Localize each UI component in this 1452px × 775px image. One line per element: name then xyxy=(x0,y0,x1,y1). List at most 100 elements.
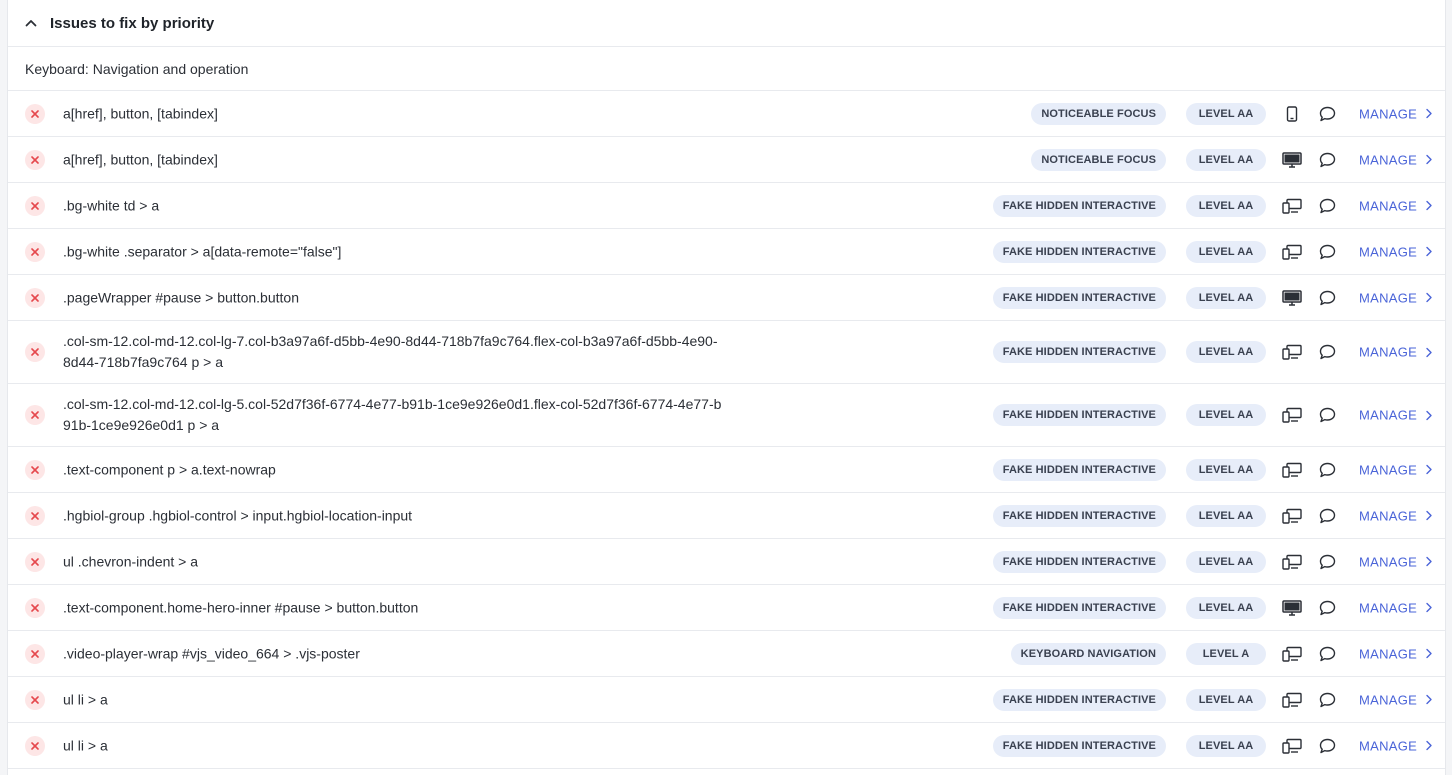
error-icon xyxy=(25,342,45,362)
category-heading: Keyboard: Navigation and operation xyxy=(8,47,1445,91)
error-icon xyxy=(25,689,45,710)
comment-icon[interactable] xyxy=(1317,553,1337,571)
comment-icon[interactable] xyxy=(1317,197,1337,215)
manage-link[interactable]: MANAGE xyxy=(1359,646,1432,661)
chevron-right-icon xyxy=(1426,464,1432,475)
issue-row[interactable]: .bg-white td > a FAKE HIDDEN INTERACTIVE L… xyxy=(8,183,1445,229)
issue-type-badge: NOTICEABLE FOCUS xyxy=(1031,102,1166,125)
manage-link[interactable]: MANAGE xyxy=(1359,462,1432,477)
issue-type-badge: FAKE HIDDEN INTERACTIVE xyxy=(992,341,1166,363)
section-header[interactable]: Issues to fix by priority xyxy=(8,0,1445,47)
wcag-level-badge: LEVEL AA xyxy=(1186,404,1266,426)
manage-link[interactable]: MANAGE xyxy=(1359,692,1432,707)
issue-row[interactable]: .text-component p > a.text-nowrap FAKE HI… xyxy=(8,447,1445,493)
chevron-right-icon xyxy=(1426,154,1432,165)
manage-label: MANAGE xyxy=(1359,290,1418,305)
manage-link[interactable]: MANAGE xyxy=(1359,290,1432,305)
manage-label: MANAGE xyxy=(1359,554,1418,569)
chevron-right-icon xyxy=(1426,108,1432,119)
comment-icon[interactable] xyxy=(1317,243,1337,261)
section-title: Issues to fix by priority xyxy=(50,14,215,32)
wcag-level-badge: LEVEL AA xyxy=(1186,341,1266,363)
comment-icon[interactable] xyxy=(1317,461,1337,479)
comment-icon[interactable] xyxy=(1317,289,1337,307)
comment-icon[interactable] xyxy=(1317,343,1337,361)
manage-label: MANAGE xyxy=(1359,462,1418,477)
issue-row[interactable]: ul li > a FAKE HIDDEN INTERACTIVE LEVEL AA… xyxy=(8,723,1445,769)
issue-row[interactable]: .pageWrapper #pause > button.button FAKE … xyxy=(8,275,1445,321)
chevron-right-icon xyxy=(1426,556,1432,567)
issue-type-badge: FAKE HIDDEN INTERACTIVE xyxy=(992,286,1166,309)
error-icon xyxy=(25,149,45,170)
multi-device-icon xyxy=(1281,406,1303,424)
comment-icon[interactable] xyxy=(1317,406,1337,424)
chevron-right-icon xyxy=(1426,292,1432,303)
multi-device-icon xyxy=(1281,343,1303,361)
wcag-level-badge: LEVEL AA xyxy=(1186,102,1266,125)
issue-row[interactable]: .hgbiol-group .hgbiol-control > input.hg… xyxy=(8,493,1445,539)
mobile-icon xyxy=(1281,105,1303,123)
multi-device-icon xyxy=(1281,197,1303,215)
issue-type-badge: KEYBOARD NAVIGATION xyxy=(1010,642,1166,665)
manage-link[interactable]: MANAGE xyxy=(1359,408,1432,423)
issue-row[interactable]: a[href], button, [tabindex] NOTICEABLE FO… xyxy=(8,137,1445,183)
issue-selector: ul li > a xyxy=(63,691,108,707)
manage-link[interactable]: MANAGE xyxy=(1359,198,1432,213)
issue-row[interactable]: .col-sm-12.col-md-12.col-lg-7.col-b3a97a… xyxy=(8,321,1445,384)
wcag-level-badge: LEVEL AA xyxy=(1186,194,1266,217)
manage-link[interactable]: MANAGE xyxy=(1359,508,1432,523)
wcag-level-badge: LEVEL AA xyxy=(1186,596,1266,619)
error-icon xyxy=(25,643,45,664)
manage-link[interactable]: MANAGE xyxy=(1359,554,1432,569)
error-icon xyxy=(25,505,45,526)
issue-row[interactable]: a[href], button, [tabindex] NOTICEABLE FO… xyxy=(8,91,1445,137)
multi-device-icon xyxy=(1281,461,1303,479)
chevron-right-icon xyxy=(1426,347,1432,357)
issue-row[interactable]: ul .chevron-indent > a FAKE HIDDEN INTERA… xyxy=(8,539,1445,585)
error-icon xyxy=(25,551,45,572)
issue-type-badge: FAKE HIDDEN INTERACTIVE xyxy=(992,194,1166,217)
multi-device-icon xyxy=(1281,243,1303,261)
error-icon xyxy=(25,735,45,756)
manage-link[interactable]: MANAGE xyxy=(1359,738,1432,753)
issue-row[interactable]: .bg-white .separator > a[data-remote="fa… xyxy=(8,229,1445,275)
issue-row[interactable]: .text-component.home-hero-inner #pause >… xyxy=(8,585,1445,631)
chevron-right-icon xyxy=(1426,648,1432,659)
issue-row[interactable]: .col-sm-12.col-md-12.col-lg-5.col-52d7f3… xyxy=(8,384,1445,447)
chevron-right-icon xyxy=(1426,602,1432,613)
chevron-right-icon xyxy=(1426,410,1432,420)
multi-device-icon xyxy=(1281,645,1303,663)
manage-label: MANAGE xyxy=(1359,344,1418,360)
comment-icon[interactable] xyxy=(1317,105,1337,123)
issue-selector: .hgbiol-group .hgbiol-control > input.hg… xyxy=(63,507,413,523)
manage-label: MANAGE xyxy=(1359,407,1418,423)
chevron-right-icon xyxy=(1426,694,1432,705)
manage-link[interactable]: MANAGE xyxy=(1359,244,1432,259)
issue-type-badge: FAKE HIDDEN INTERACTIVE xyxy=(992,734,1166,757)
issue-row[interactable]: ul li > a FAKE HIDDEN INTERACTIVE LEVEL AA… xyxy=(8,677,1445,723)
wcag-level-badge: LEVEL AA xyxy=(1186,286,1266,309)
issues-panel: Issues to fix by priority Keyboard: Navi… xyxy=(7,0,1446,775)
multi-device-icon xyxy=(1281,737,1303,755)
manage-link[interactable]: MANAGE xyxy=(1359,152,1432,167)
chevron-up-icon[interactable] xyxy=(24,16,38,30)
chevron-right-icon xyxy=(1426,510,1432,521)
multi-device-icon xyxy=(1281,507,1303,525)
manage-link[interactable]: MANAGE xyxy=(1359,106,1432,121)
desktop-icon xyxy=(1281,151,1303,169)
wcag-level-badge: LEVEL A xyxy=(1186,642,1266,665)
comment-icon[interactable] xyxy=(1317,507,1337,525)
issue-selector: .col-sm-12.col-md-12.col-lg-5.col-52d7f3… xyxy=(63,396,722,433)
comment-icon[interactable] xyxy=(1317,599,1337,617)
comment-icon[interactable] xyxy=(1317,691,1337,709)
manage-label: MANAGE xyxy=(1359,152,1418,167)
desktop-icon xyxy=(1281,599,1303,617)
error-icon xyxy=(25,597,45,618)
comment-icon[interactable] xyxy=(1317,151,1337,169)
manage-link[interactable]: MANAGE xyxy=(1359,600,1432,615)
comment-icon[interactable] xyxy=(1317,737,1337,755)
manage-label: MANAGE xyxy=(1359,692,1418,707)
manage-link[interactable]: MANAGE xyxy=(1359,345,1432,360)
comment-icon[interactable] xyxy=(1317,645,1337,663)
issue-row[interactable]: .video-player-wrap #vjs_video_664 > .vjs… xyxy=(8,631,1445,677)
